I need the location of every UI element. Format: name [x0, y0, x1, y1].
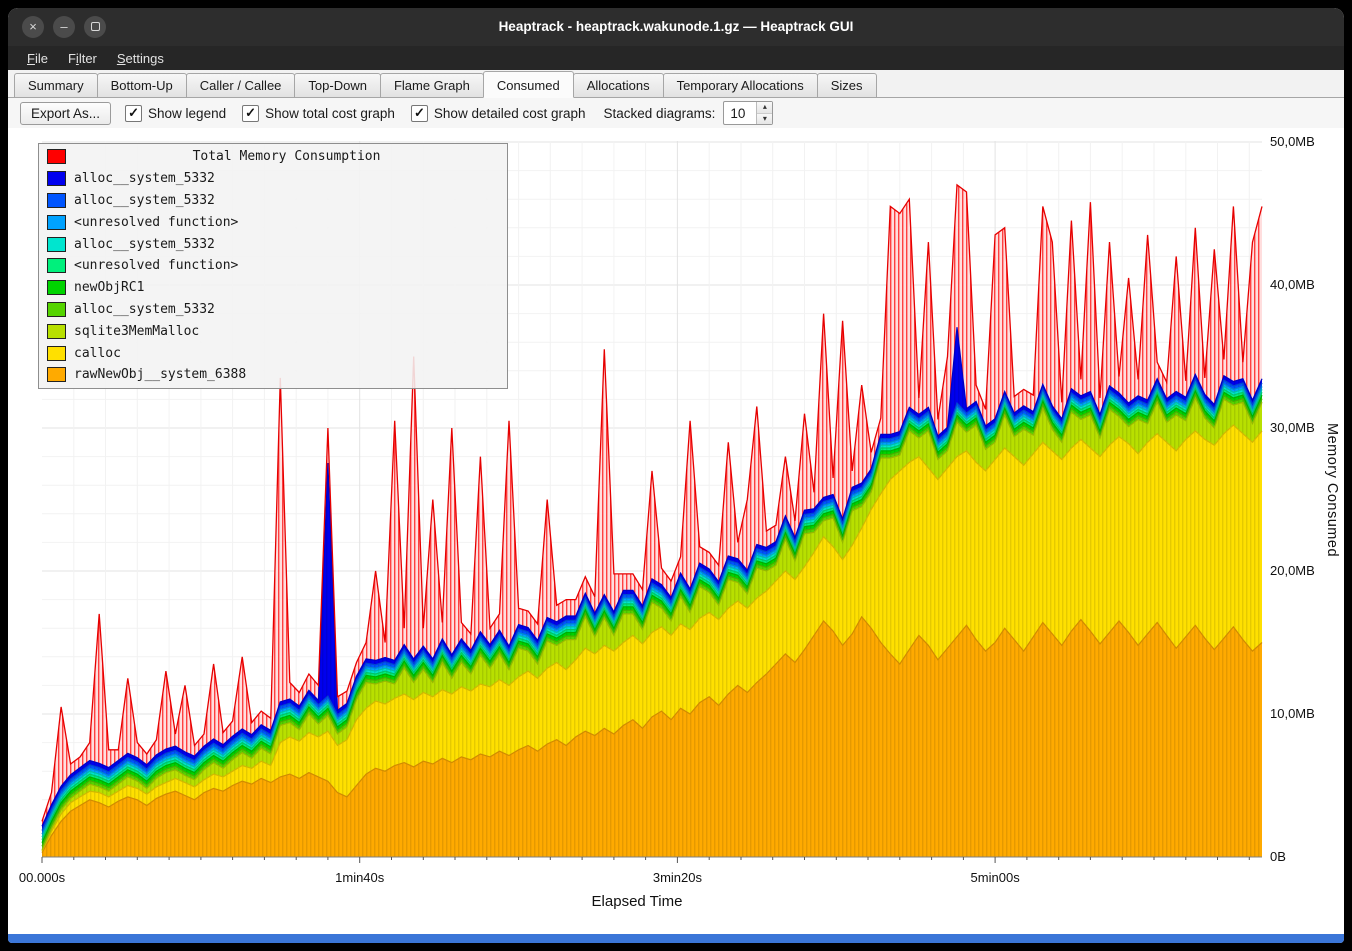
legend-label: <unresolved function>	[74, 258, 238, 273]
legend-swatch	[47, 258, 66, 273]
maximize-button[interactable]	[84, 16, 106, 38]
x-axis-label: Elapsed Time	[38, 893, 1236, 910]
legend-row: alloc__system_5332	[39, 233, 507, 255]
legend-label: alloc__system_5332	[74, 302, 215, 317]
legend-row: alloc__system_5332	[39, 190, 507, 212]
tab-caller-callee[interactable]: Caller / Callee	[186, 73, 296, 98]
legend-label: <unresolved function>	[74, 215, 238, 230]
stacked-diagrams-spinner[interactable]: 10 ▴ ▾	[723, 101, 773, 125]
titlebar: × – Heaptrack - heaptrack.wakunode.1.gz …	[8, 8, 1344, 46]
checkbox-show-total-cost-graph[interactable]: ✓ Show total cost graph	[242, 105, 395, 122]
spinner-value: 10	[724, 106, 756, 121]
y-tick-label: 0B	[1270, 849, 1340, 864]
tab-temporary-allocations[interactable]: Temporary Allocations	[663, 73, 818, 98]
spinner-arrows: ▴ ▾	[756, 102, 772, 124]
checkbox-label: Show detailed cost graph	[434, 106, 586, 121]
tab-bar: SummaryBottom-UpCaller / CalleeTop-DownF…	[8, 70, 1344, 98]
y-axis-label: Memory Consumed	[1324, 423, 1340, 557]
legend-swatch	[47, 171, 66, 186]
bottom-accent-bar	[8, 934, 1344, 943]
checkbox-label: Show total cost graph	[265, 106, 395, 121]
menu-settings[interactable]: Settings	[108, 49, 173, 68]
legend-label: alloc__system_5332	[74, 171, 215, 186]
maximize-icon	[91, 22, 100, 31]
toolbar-checkboxes: ✓ Show legend ✓ Show total cost graph ✓ Show …	[125, 105, 586, 122]
export-as-button[interactable]: Export As...	[20, 102, 111, 125]
window-title: Heaptrack - heaptrack.wakunode.1.gz — He…	[8, 8, 1344, 46]
legend-swatch	[47, 324, 66, 339]
y-tick-label: 10,0MB	[1270, 706, 1340, 721]
checkbox-icon: ✓	[125, 105, 142, 122]
legend-row: <unresolved function>	[39, 211, 507, 233]
y-tick-label: 20,0MB	[1270, 563, 1340, 578]
y-tick-label: 50,0MB	[1270, 134, 1340, 149]
legend-row: calloc	[39, 342, 507, 364]
legend-label: sqlite3MemMalloc	[74, 324, 199, 339]
legend-row: <unresolved function>	[39, 255, 507, 277]
checkbox-show-detailed-cost-graph[interactable]: ✓ Show detailed cost graph	[411, 105, 586, 122]
legend-label: alloc__system_5332	[74, 237, 215, 252]
spinner-up-button[interactable]: ▴	[757, 102, 772, 114]
legend-row: rawNewObj__system_6388	[39, 364, 507, 386]
legend-swatch	[47, 346, 66, 361]
x-tick-label: 1min40s	[335, 870, 384, 885]
tab-sizes[interactable]: Sizes	[817, 73, 877, 98]
legend-row: sqlite3MemMalloc	[39, 320, 507, 342]
legend-row: alloc__system_5332	[39, 299, 507, 321]
menu-file[interactable]: File	[18, 49, 57, 68]
legend-swatch	[47, 149, 66, 164]
legend-swatch	[47, 237, 66, 252]
legend-swatch	[47, 193, 66, 208]
legend-swatch	[47, 215, 66, 230]
menubar: FileFilterSettings	[8, 46, 1344, 70]
x-tick-label: 3min20s	[653, 870, 702, 885]
legend-label: newObjRC1	[74, 280, 144, 295]
tab-top-down[interactable]: Top-Down	[294, 73, 381, 98]
checkbox-icon: ✓	[411, 105, 428, 122]
close-button[interactable]: ×	[22, 16, 44, 38]
app-window: × – Heaptrack - heaptrack.wakunode.1.gz …	[8, 8, 1344, 943]
checkbox-icon: ✓	[242, 105, 259, 122]
toolbar: Export As... ✓ Show legend ✓ Show total cos…	[8, 98, 1344, 128]
legend-swatch	[47, 280, 66, 295]
tab-consumed[interactable]: Consumed	[483, 71, 574, 98]
legend-label: Total Memory Consumption	[74, 149, 499, 164]
x-tick-label: 00.000s	[19, 870, 65, 885]
tab-bottom-up[interactable]: Bottom-Up	[97, 73, 187, 98]
legend-label: rawNewObj__system_6388	[74, 367, 246, 382]
checkbox-show-legend[interactable]: ✓ Show legend	[125, 105, 226, 122]
tab-allocations[interactable]: Allocations	[573, 73, 664, 98]
legend-label: calloc	[74, 346, 121, 361]
chart-legend: Total Memory Consumption alloc__system_53…	[38, 143, 508, 389]
minimize-button[interactable]: –	[53, 16, 75, 38]
legend-row: newObjRC1	[39, 277, 507, 299]
y-tick-label: 40,0MB	[1270, 277, 1340, 292]
legend-swatch	[47, 367, 66, 382]
legend-row: alloc__system_5332	[39, 168, 507, 190]
checkbox-label: Show legend	[148, 106, 226, 121]
stacked-diagrams-label: Stacked diagrams:	[604, 106, 716, 121]
legend-title-row: Total Memory Consumption	[39, 146, 507, 168]
window-controls: × –	[22, 16, 106, 38]
legend-label: alloc__system_5332	[74, 193, 215, 208]
legend-swatch	[47, 302, 66, 317]
chart-area: Total Memory Consumption alloc__system_53…	[8, 128, 1344, 934]
menu-filter[interactable]: Filter	[59, 49, 106, 68]
x-tick-label: 5min00s	[971, 870, 1020, 885]
spinner-down-button[interactable]: ▾	[757, 114, 772, 125]
tab-flame-graph[interactable]: Flame Graph	[380, 73, 484, 98]
tab-summary[interactable]: Summary	[14, 73, 98, 98]
